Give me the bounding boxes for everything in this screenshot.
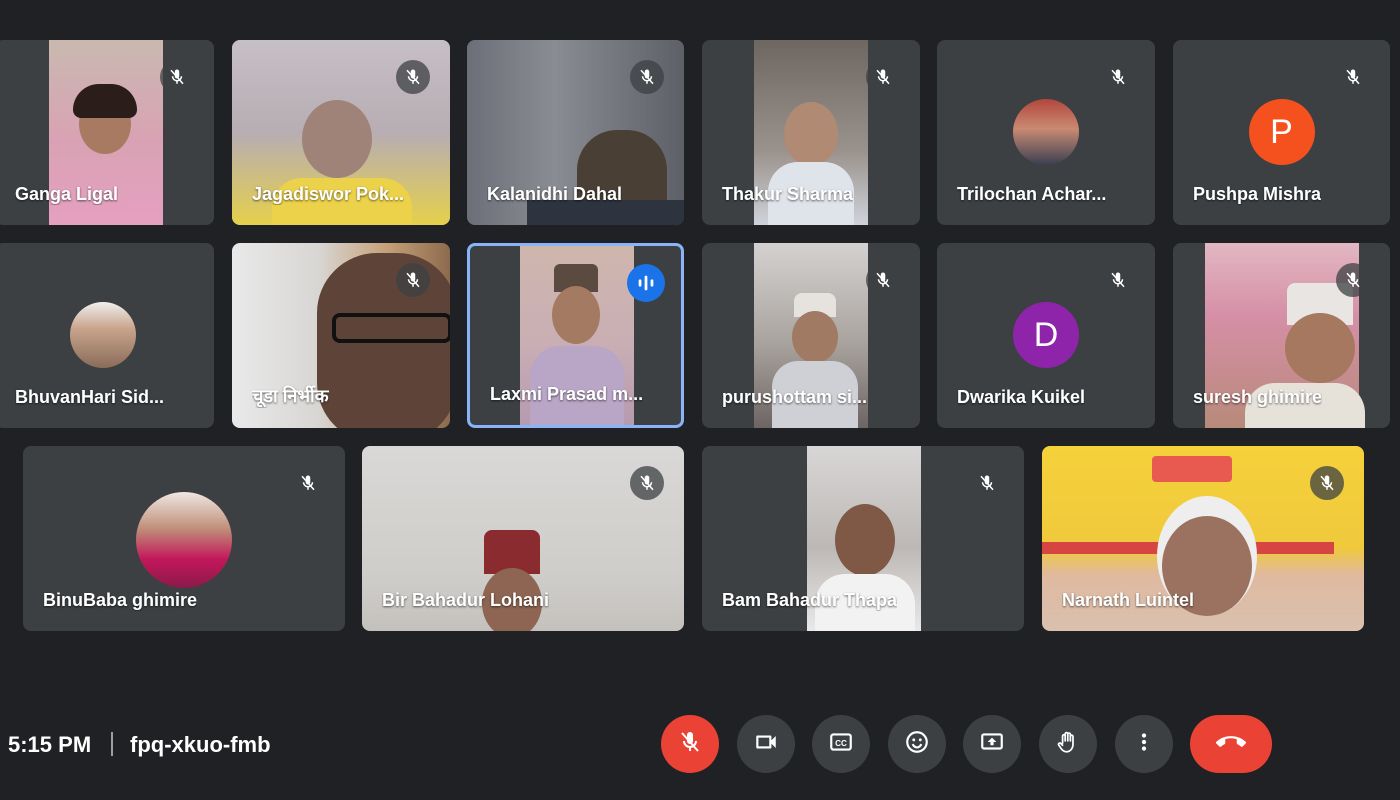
more-options-button[interactable] — [1115, 715, 1173, 773]
participant-tile[interactable]: Ganga Ligal — [0, 40, 214, 225]
participant-name: Jagadiswor Pok... — [252, 184, 405, 204]
participant-name: Bam Bahadur Thapa — [722, 590, 898, 610]
participant-name: Narnath Luintel — [1062, 590, 1195, 610]
captions-button[interactable]: CC — [812, 715, 870, 773]
participant-name: Ganga Ligal — [15, 184, 119, 204]
participant-tile[interactable]: चूडा निर्भीक — [232, 243, 450, 428]
mic-off-icon — [1101, 263, 1135, 297]
participant-name: Thakur Sharma — [722, 184, 854, 204]
participant-tile[interactable]: BinuBaba ghimire — [23, 446, 345, 631]
camera-icon — [753, 729, 779, 760]
participant-name: Laxmi Prasad m... — [490, 384, 644, 404]
participant-tile[interactable]: Bam Bahadur Thapa — [702, 446, 1024, 631]
emoji-icon — [904, 729, 930, 760]
participant-tile[interactable]: Trilochan Achar... — [937, 40, 1155, 225]
raise-hand-button[interactable] — [1039, 715, 1097, 773]
participant-tile[interactable]: Kalanidhi Dahal — [467, 40, 684, 225]
present-screen-button[interactable] — [963, 715, 1021, 773]
participant-tile-active-speaker[interactable]: Laxmi Prasad m... — [467, 243, 684, 428]
hang-up-icon — [1216, 727, 1246, 762]
participant-tile[interactable]: suresh ghimire — [1173, 243, 1390, 428]
participant-name: Pushpa Mishra — [1193, 184, 1322, 204]
avatar-letter: D — [1013, 302, 1079, 368]
participant-name: purushottam si... — [722, 387, 868, 407]
divider — [111, 732, 113, 756]
captions-icon: CC — [828, 729, 854, 760]
avatar-letter: P — [1248, 99, 1315, 165]
mic-off-icon — [630, 60, 664, 94]
avatar — [136, 492, 232, 588]
present-screen-icon — [979, 729, 1005, 760]
mic-off-icon — [970, 466, 1004, 500]
mic-off-icon — [866, 60, 900, 94]
camera-toggle-button[interactable] — [737, 715, 795, 773]
mic-off-icon — [1101, 60, 1135, 94]
svg-text:CC: CC — [835, 738, 847, 747]
mic-off-icon — [396, 60, 430, 94]
participant-name: चूडा निर्भीक — [252, 386, 329, 406]
speaking-indicator-icon — [627, 264, 665, 302]
participant-tile[interactable]: Jagadiswor Pok... — [232, 40, 450, 225]
reactions-button[interactable] — [888, 715, 946, 773]
participant-name: Dwarika Kuikel — [957, 387, 1086, 407]
mic-off-icon — [396, 263, 430, 297]
participant-tile[interactable]: purushottam si... — [702, 243, 920, 428]
leave-call-button[interactable] — [1190, 715, 1272, 773]
meeting-time: 5:15 PM — [8, 732, 92, 757]
more-options-icon — [1131, 729, 1157, 760]
participant-tile[interactable]: Thakur Sharma — [702, 40, 920, 225]
mic-off-icon — [160, 60, 194, 94]
participant-name: Kalanidhi Dahal — [487, 184, 623, 204]
participant-tile[interactable]: Bir Bahadur Lohani — [362, 446, 684, 631]
participant-tile[interactable]: P Pushpa Mishra — [1173, 40, 1390, 225]
microphone-toggle-button[interactable] — [661, 715, 719, 773]
avatar — [1013, 99, 1079, 165]
mic-off-icon — [1336, 263, 1370, 297]
mic-off-icon — [291, 466, 325, 500]
participant-name: Bir Bahadur Lohani — [382, 590, 550, 610]
participant-tile[interactable]: D Dwarika Kuikel — [937, 243, 1155, 428]
participant-name: Trilochan Achar... — [957, 184, 1107, 204]
mic-off-icon — [678, 730, 702, 759]
raise-hand-icon — [1055, 729, 1081, 760]
participant-name: BinuBaba ghimire — [43, 590, 198, 610]
avatar — [70, 302, 136, 368]
mic-off-icon — [866, 263, 900, 297]
mic-off-icon — [1336, 60, 1370, 94]
participant-name: suresh ghimire — [1193, 387, 1323, 407]
participant-tile[interactable]: Narnath Luintel — [1042, 446, 1364, 631]
participant-name: BhuvanHari Sid... — [15, 387, 165, 407]
participant-tile[interactable]: BhuvanHari Sid... — [0, 243, 214, 428]
meeting-code: fpq-xkuo-fmb — [130, 732, 271, 757]
mic-off-icon — [1310, 466, 1344, 500]
mic-off-icon — [630, 466, 664, 500]
